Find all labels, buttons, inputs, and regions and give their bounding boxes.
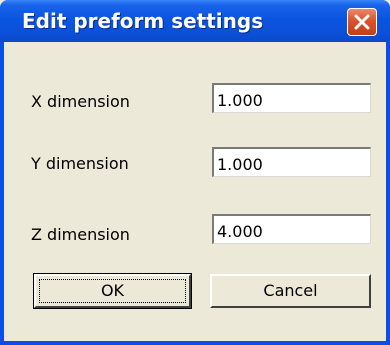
x-dimension-label: X dimension: [31, 92, 130, 111]
window-bottom-border: [0, 341, 390, 345]
y-dimension-input[interactable]: [212, 147, 371, 177]
title-bar[interactable]: Edit preform settings: [0, 0, 390, 42]
y-dimension-label: Y dimension: [31, 154, 129, 173]
focus-rectangle: [39, 279, 186, 303]
close-icon: [354, 14, 370, 30]
dialog-body: X dimension Y dimension Z dimension OK C…: [4, 42, 386, 341]
x-dimension-input[interactable]: [212, 83, 371, 113]
ok-button[interactable]: OK: [33, 273, 192, 309]
z-dimension-label: Z dimension: [31, 225, 130, 244]
window-title: Edit preform settings: [22, 9, 264, 33]
cancel-button-label: Cancel: [263, 281, 318, 300]
cancel-button[interactable]: Cancel: [210, 274, 371, 308]
dialog-window: Edit preform settings X dimension Y dime…: [0, 0, 390, 345]
close-button[interactable]: [347, 8, 377, 36]
z-dimension-input[interactable]: [212, 214, 371, 244]
